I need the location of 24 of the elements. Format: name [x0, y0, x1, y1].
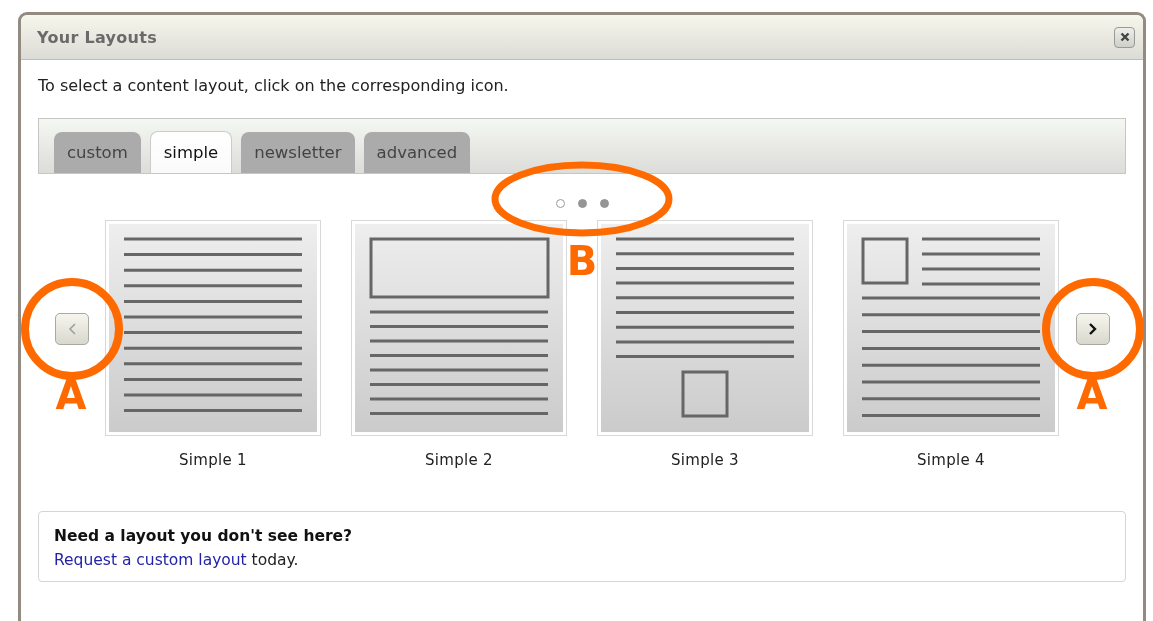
window-title: Your Layouts	[37, 27, 158, 47]
chevron-left-icon	[67, 322, 77, 336]
tab[interactable]: simple	[149, 131, 233, 173]
layout-name: Simple 1	[179, 451, 247, 469]
layout-name: Simple 2	[425, 451, 493, 469]
page-dot[interactable]	[555, 198, 565, 208]
next-button[interactable]	[1076, 313, 1110, 345]
page-dot[interactable]	[599, 198, 609, 208]
close-button[interactable]	[1114, 26, 1135, 48]
layout-name: Simple 4	[917, 451, 985, 469]
tab[interactable]: newsletter	[241, 132, 355, 173]
page-dot[interactable]	[577, 198, 587, 208]
tab[interactable]: advanced	[363, 132, 471, 173]
info-text: Request a custom layout today.	[54, 551, 300, 569]
request-layout-link[interactable]: Request a custom layout	[54, 551, 247, 569]
annotation-letter: B	[565, 241, 599, 281]
close-icon	[1119, 32, 1130, 42]
tab[interactable]: custom	[54, 132, 141, 173]
annotation-letter: A	[54, 375, 88, 415]
layout-name: Simple 3	[671, 451, 739, 469]
chevron-right-icon	[1088, 322, 1098, 336]
annotation-letter: A	[1075, 375, 1109, 415]
info-heading: Need a layout you don't see here?	[54, 527, 354, 545]
instruction-text: To select a content layout, click on the corresponding icon.	[38, 76, 510, 97]
